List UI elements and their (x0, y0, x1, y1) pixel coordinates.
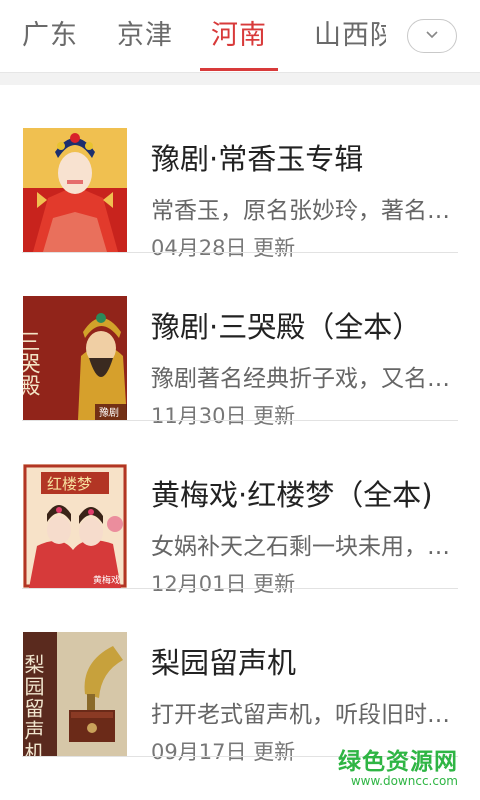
list-item[interactable]: 三哭殿 豫剧 豫剧·三哭殿（全本） 豫剧著名经典折子戏，又名秦雪梅吊孝 11月3… (0, 253, 480, 428)
province-tab-bar: 广东 京津 河南 山西陕 (0, 0, 480, 73)
site-watermark: 绿色资源网 www.downcc.com (338, 742, 458, 788)
list-item[interactable]: 红楼梦 黄梅戏 黄梅戏·红楼梦（全本) 女娲补天之石剩一块未用，弃在青埂峰下 1… (0, 421, 480, 596)
item-description: 常香玉，原名张妙玲，著名豫剧表演艺术家 (151, 198, 451, 224)
list-item[interactable]: 豫剧·常香玉专辑 常香玉，原名张妙玲，著名豫剧表演艺术家 04月28日 更新 (0, 85, 480, 260)
item-thumbnail: 梨园留声机 (23, 632, 127, 756)
item-description: 豫剧著名经典折子戏，又名秦雪梅吊孝 (151, 366, 451, 392)
thumb-title-text: 红楼梦 (47, 475, 92, 493)
chevron-down-icon (426, 31, 438, 39)
item-title: 豫剧·三哭殿（全本） (151, 310, 422, 344)
item-title: 梨园留声机 (151, 646, 297, 680)
thumb-title-text: 三哭殿 (23, 330, 41, 396)
item-title: 豫剧·常香玉专辑 (151, 142, 364, 176)
list-item[interactable]: 梨园留声机 梨园留声机 打开老式留声机，听段旧时戏曲唱片 09月17日 更新 (0, 589, 480, 764)
thumb-title-text: 梨园留声机 (23, 654, 45, 756)
tab-jingjin[interactable]: 京津 (117, 13, 173, 52)
item-description: 女娲补天之石剩一块未用，弃在青埂峰下 (151, 534, 451, 560)
item-title: 黄梅戏·红楼梦（全本) (151, 478, 433, 512)
item-description: 打开老式留声机，听段旧时戏曲唱片 (151, 702, 451, 728)
item-thumbnail: 三哭殿 豫剧 (23, 296, 127, 420)
thumb-tag: 黄梅戏 (93, 574, 120, 586)
watermark-title: 绿色资源网 (338, 749, 458, 775)
more-tabs-button[interactable] (407, 19, 457, 53)
item-updated-date: 09月17日 更新 (151, 740, 296, 764)
watermark-url: www.downcc.com (350, 774, 458, 788)
item-thumbnail: 红楼梦 黄梅戏 (23, 464, 127, 588)
section-gap (0, 73, 480, 85)
tab-henan[interactable]: 河南 (211, 13, 267, 52)
item-thumbnail (23, 128, 127, 252)
tab-shanxi[interactable]: 山西陕 (314, 13, 386, 52)
tab-guangdong[interactable]: 广东 (22, 13, 78, 52)
active-tab-indicator (200, 68, 278, 71)
thumb-tag: 豫剧 (99, 406, 119, 419)
